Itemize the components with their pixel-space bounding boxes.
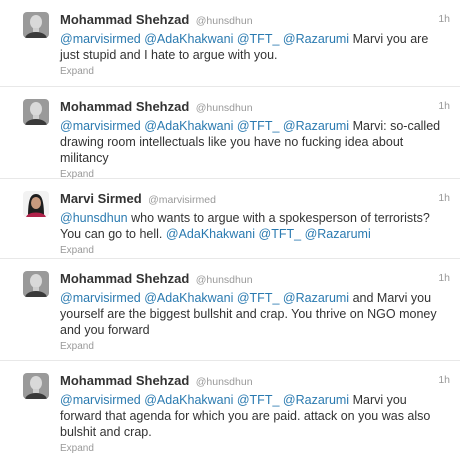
expand-link[interactable]: Expand	[60, 340, 450, 354]
tweet-header: Marvi Sirmed @marvisirmed 1h	[60, 189, 450, 208]
tweet[interactable]: Mohammad Shehzad @hunsdhun 1h @marvisirm…	[0, 0, 460, 87]
mention-link[interactable]: @AdaKhakwani	[144, 393, 233, 407]
tweet-timeline: Mohammad Shehzad @hunsdhun 1h @marvisirm…	[0, 0, 460, 461]
mention-link[interactable]: @Razarumi	[283, 32, 349, 46]
tweet-text: @marvisirmed @AdaKhakwani @TFT_ @Razarum…	[60, 31, 450, 63]
avatar[interactable]	[23, 12, 49, 38]
author-username[interactable]: @hunsdhun	[196, 274, 253, 286]
mention-link[interactable]: @Razarumi	[283, 119, 349, 133]
author-username[interactable]: @hunsdhun	[196, 376, 253, 388]
author-fullname[interactable]: Mohammad Shehzad	[60, 373, 189, 388]
mention-link[interactable]: @AdaKhakwani	[144, 291, 233, 305]
tweet[interactable]: Mohammad Shehzad @hunsdhun 1h @marvisirm…	[0, 87, 460, 180]
author-fullname[interactable]: Marvi Sirmed	[60, 191, 142, 206]
mention-link[interactable]: @Razarumi	[283, 291, 349, 305]
avatar[interactable]	[23, 191, 49, 217]
tweet-timestamp[interactable]: 1h	[438, 10, 450, 29]
mention-link[interactable]: @TFT_	[237, 32, 280, 46]
tweet[interactable]: Mohammad Shehzad @hunsdhun 1h @marvisirm…	[0, 259, 460, 361]
mention-link[interactable]: @AdaKhakwani	[144, 32, 233, 46]
avatar[interactable]	[23, 373, 49, 399]
author-fullname[interactable]: Mohammad Shehzad	[60, 99, 189, 114]
tweet-header: Mohammad Shehzad @hunsdhun 1h	[60, 10, 450, 29]
mention-link[interactable]: @Razarumi	[305, 227, 371, 241]
author-username[interactable]: @hunsdhun	[196, 102, 253, 114]
tweet-header: Mohammad Shehzad @hunsdhun 1h	[60, 269, 450, 288]
author-username[interactable]: @hunsdhun	[196, 15, 253, 27]
mention-link[interactable]: @TFT_	[237, 291, 280, 305]
mention-link[interactable]: @AdaKhakwani	[144, 119, 233, 133]
tweet-text: @marvisirmed @AdaKhakwani @TFT_ @Razarum…	[60, 118, 450, 166]
author-username[interactable]: @marvisirmed	[148, 194, 216, 206]
mention-link[interactable]: @TFT_	[259, 227, 302, 241]
avatar[interactable]	[23, 271, 49, 297]
mention-link[interactable]: @marvisirmed	[60, 291, 141, 305]
tweet-header: Mohammad Shehzad @hunsdhun 1h	[60, 97, 450, 116]
mention-link[interactable]: @TFT_	[237, 393, 280, 407]
tweet[interactable]: Marvi Sirmed @marvisirmed 1h @hunsdhun w…	[0, 179, 460, 259]
tweet-timestamp[interactable]: 1h	[438, 371, 450, 390]
expand-link[interactable]: Expand	[60, 244, 450, 258]
tweet-timestamp[interactable]: 1h	[438, 269, 450, 288]
author-fullname[interactable]: Mohammad Shehzad	[60, 271, 189, 286]
expand-link[interactable]: Expand	[60, 442, 450, 456]
tweet[interactable]: Mohammad Shehzad @hunsdhun 1h @marvisirm…	[0, 361, 460, 461]
avatar[interactable]	[23, 99, 49, 125]
tweet-timestamp[interactable]: 1h	[438, 189, 450, 208]
mention-link[interactable]: @TFT_	[237, 119, 280, 133]
expand-link[interactable]: Expand	[60, 65, 450, 79]
tweet-timestamp[interactable]: 1h	[438, 97, 450, 116]
mention-link[interactable]: @hunsdhun	[60, 211, 128, 225]
mention-link[interactable]: @Razarumi	[283, 393, 349, 407]
mention-link[interactable]: @marvisirmed	[60, 393, 141, 407]
tweet-text: @marvisirmed @AdaKhakwani @TFT_ @Razarum…	[60, 392, 450, 440]
mention-link[interactable]: @marvisirmed	[60, 119, 141, 133]
tweet-text: @hunsdhun who wants to argue with a spok…	[60, 210, 450, 242]
author-fullname[interactable]: Mohammad Shehzad	[60, 12, 189, 27]
mention-link[interactable]: @AdaKhakwani	[166, 227, 255, 241]
tweet-header: Mohammad Shehzad @hunsdhun 1h	[60, 371, 450, 390]
tweet-text: @marvisirmed @AdaKhakwani @TFT_ @Razarum…	[60, 290, 450, 338]
mention-link[interactable]: @marvisirmed	[60, 32, 141, 46]
